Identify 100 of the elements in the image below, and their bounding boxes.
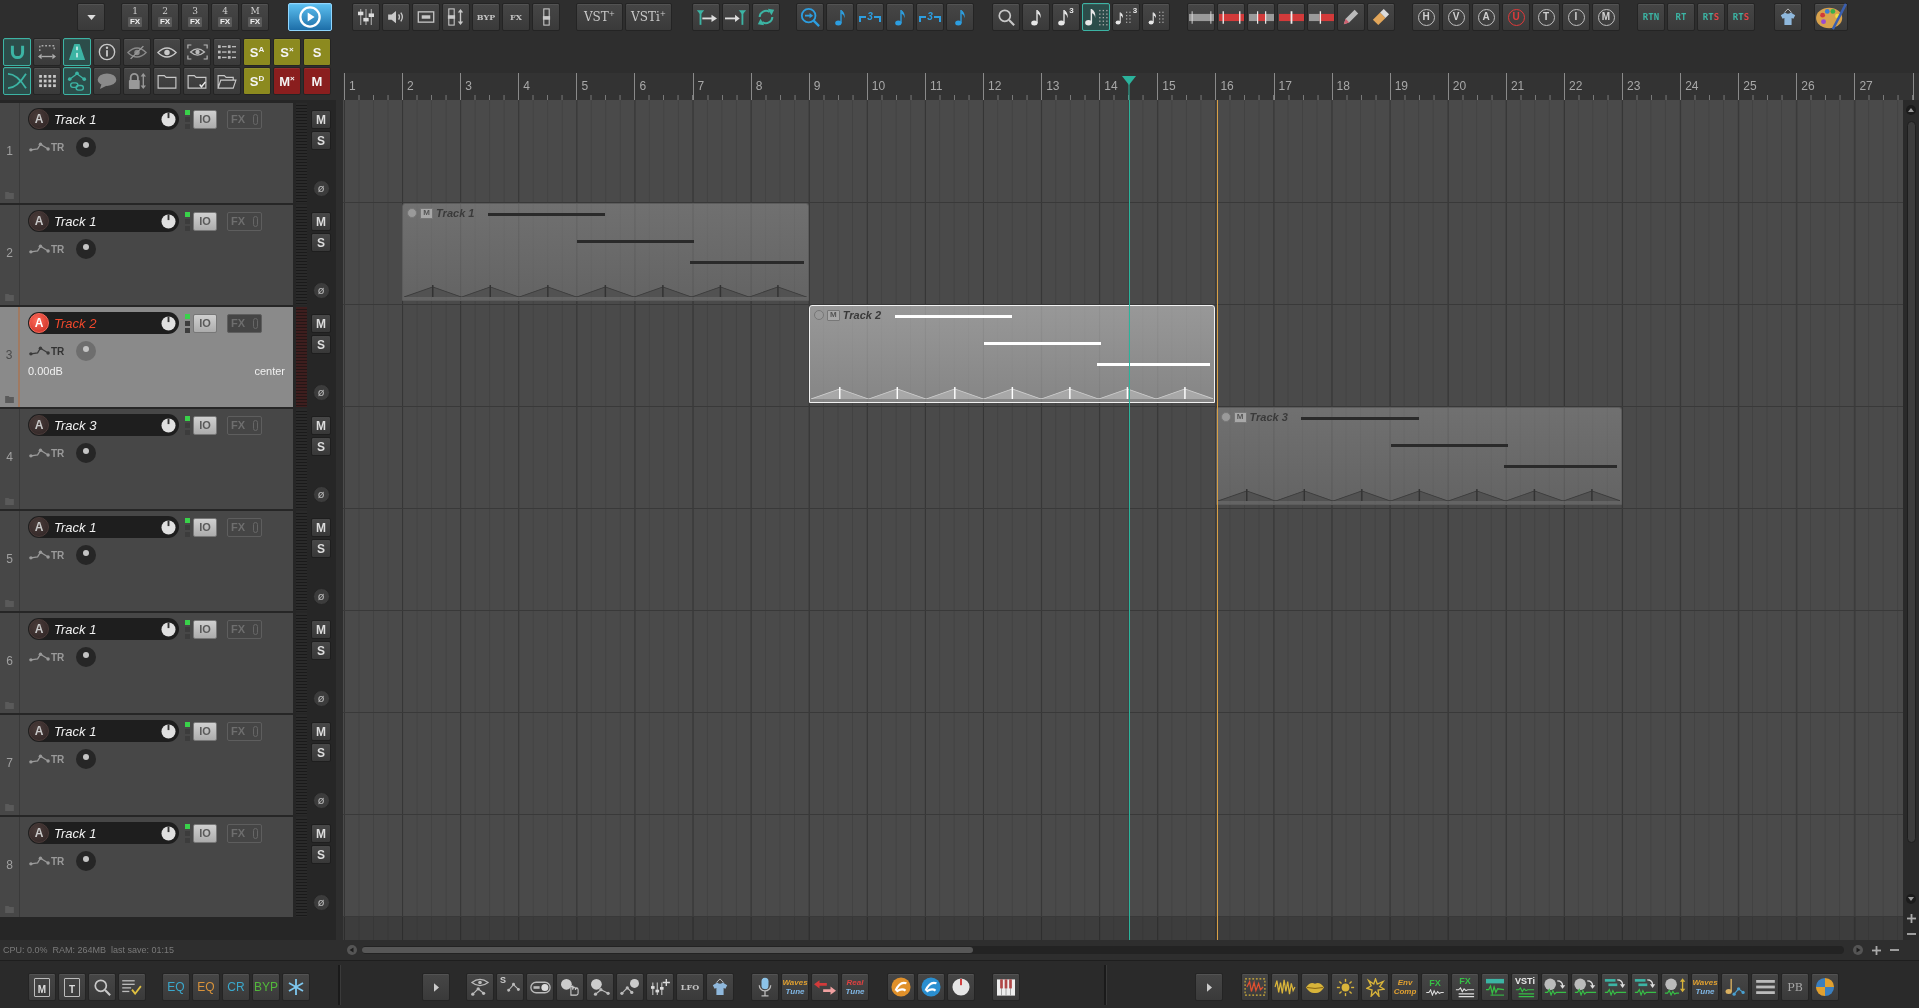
mute-button[interactable]: M (311, 314, 331, 333)
toolbar-button[interactable]: I (1562, 3, 1590, 31)
record-arm-button[interactable]: A (29, 823, 49, 843)
toolbar-button[interactable]: RTS (1697, 3, 1725, 31)
midi-item[interactable]: M Track 2 (808, 305, 1216, 403)
phase-button[interactable]: ø (312, 792, 330, 809)
toolbar-button[interactable] (1361, 973, 1389, 1001)
toolbar-button[interactable] (1601, 973, 1629, 1001)
toolbar-button[interactable] (33, 38, 61, 66)
toolbar-button[interactable] (526, 973, 554, 1001)
toolbar-button[interactable] (1774, 3, 1802, 31)
item-mute-button[interactable]: M (1233, 411, 1247, 423)
envelope-label[interactable]: TR (51, 549, 65, 561)
io-button[interactable]: IO (193, 109, 217, 129)
dropdown-button[interactable] (77, 3, 105, 31)
toolbar-button[interactable]: S (303, 38, 331, 66)
toolbar-button[interactable] (382, 3, 410, 31)
fx-slot-button[interactable]: M FX (241, 3, 269, 31)
io-button[interactable]: IO (193, 721, 217, 741)
toolbar-button[interactable] (706, 973, 734, 1001)
solo-button[interactable]: S (311, 437, 331, 456)
track-name[interactable]: Track 1 (54, 723, 97, 739)
toolbar-button[interactable] (153, 67, 181, 95)
toolbar-button[interactable] (213, 67, 241, 95)
toolbar-button[interactable]: Env Comp (1391, 973, 1419, 1001)
toolbar-button[interactable] (752, 3, 780, 31)
record-arm-button[interactable]: A (29, 109, 49, 129)
fx-slot-button[interactable]: 2 FX (151, 3, 179, 31)
toolbar-button[interactable]: Waves Tune (781, 973, 809, 1001)
toolbar-button[interactable] (616, 973, 644, 1001)
toolbar-button[interactable] (1271, 973, 1299, 1001)
record-arm-button[interactable]: A (29, 313, 49, 333)
toolbar-button[interactable]: VSTi$^{+}$ (625, 3, 672, 31)
track-name[interactable]: Track 1 (54, 519, 97, 535)
mute-button[interactable]: M (311, 416, 331, 435)
toolbar-button[interactable]: M (1592, 3, 1620, 31)
io-button[interactable]: IO (193, 211, 217, 231)
toolbar-button[interactable]: BYP (472, 3, 500, 31)
mute-button[interactable]: M (311, 722, 331, 741)
solo-button[interactable]: S (311, 335, 331, 354)
toolbar-button[interactable] (811, 973, 839, 1001)
toolbar-button[interactable] (183, 67, 211, 95)
solo-button[interactable]: S (311, 131, 331, 150)
track-name[interactable]: Track 3 (54, 417, 97, 433)
toolbar-button[interactable]: FX (502, 3, 530, 31)
record-arm-button[interactable]: A (29, 619, 49, 639)
toolbar-button[interactable] (1811, 973, 1839, 1001)
track-name[interactable]: Track 1 (54, 825, 97, 841)
toolbar-button[interactable] (412, 3, 440, 31)
mute-button[interactable]: M (311, 212, 331, 231)
toolbar-button[interactable]: A (1472, 3, 1500, 31)
toolbar-button[interactable]: EQ (192, 973, 220, 1001)
toolbar-button[interactable] (947, 973, 975, 1001)
envelope-label[interactable]: TR (51, 855, 65, 867)
toolbar-button[interactable] (1247, 3, 1275, 31)
io-button[interactable]: IO (193, 313, 217, 333)
toolbar-button[interactable] (1721, 973, 1749, 1001)
mute-button[interactable]: M (311, 824, 331, 843)
toolbar-button[interactable] (917, 973, 945, 1001)
toolbar-button[interactable] (118, 973, 146, 1001)
toolbar-button[interactable]: CR (222, 973, 250, 1001)
envelope-label[interactable]: TR (51, 447, 65, 459)
envelope-label[interactable]: TR (51, 141, 65, 153)
toolbar-button[interactable] (1751, 973, 1779, 1001)
item-mute-button[interactable]: M (420, 207, 434, 219)
envelope-label[interactable]: TR (51, 243, 65, 255)
toolbar-button[interactable] (1195, 973, 1223, 1001)
item-mute-button[interactable]: M (826, 309, 840, 321)
toolbar-button[interactable] (422, 973, 450, 1001)
toolbar-button[interactable] (466, 973, 494, 1001)
toolbar-button[interactable]: V (1442, 3, 1470, 31)
toolbar-button[interactable] (692, 3, 720, 31)
toolbar-button[interactable] (532, 3, 560, 31)
toolbar-button[interactable] (88, 973, 116, 1001)
toolbar-button[interactable]: RTN (1637, 3, 1665, 31)
toolbar-button[interactable]: S$^{×}$ (273, 38, 301, 66)
toolbar-button[interactable] (1187, 3, 1215, 31)
envelope-label[interactable]: TR (51, 753, 65, 765)
toolbar-button[interactable]: Real Tune (841, 973, 869, 1001)
toolbar-button[interactable] (33, 67, 61, 95)
toolbar-button[interactable]: PB (1781, 973, 1809, 1001)
solo-button[interactable]: S (311, 641, 331, 660)
mute-button[interactable]: M (311, 620, 331, 639)
toolbar-button[interactable]: T (58, 973, 86, 1001)
toolbar-button[interactable]: 3 (856, 3, 884, 31)
phase-button[interactable]: ø (312, 180, 330, 197)
scrollbar-thumb[interactable] (1906, 121, 1916, 843)
toolbar-button[interactable]: S (496, 973, 524, 1001)
fx-slot-button[interactable]: 4 FX (211, 3, 239, 31)
solo-button[interactable]: S (311, 845, 331, 864)
toolbar-button[interactable]: LFO (676, 973, 704, 1001)
toolbar-button[interactable]: T (1532, 3, 1560, 31)
toolbar-button[interactable]: FX (1451, 973, 1479, 1001)
toolbar-button[interactable] (1331, 973, 1359, 1001)
toolbar-button[interactable]: BYP (252, 973, 280, 1001)
phase-button[interactable]: ø (312, 588, 330, 605)
toolbar-button[interactable]: RTS (1727, 3, 1755, 31)
toolbar-button[interactable]: 3 (916, 3, 944, 31)
toolbar-button[interactable] (352, 3, 380, 31)
toolbar-button[interactable] (1301, 973, 1329, 1001)
